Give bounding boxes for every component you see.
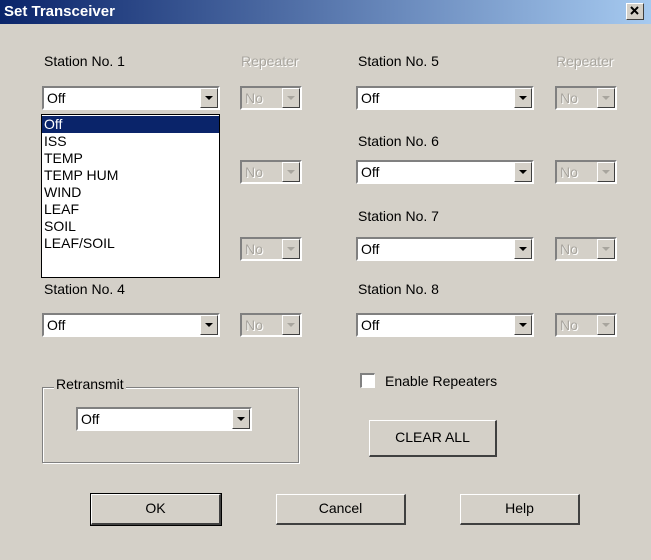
station-5-select[interactable]: Off — [356, 86, 534, 110]
station-8-dropdown-button[interactable] — [514, 315, 532, 335]
station-4-repeater-value: No — [245, 317, 263, 333]
cancel-button[interactable]: Cancel — [276, 494, 406, 525]
repeater-header-right: Repeater — [556, 53, 614, 69]
window-title: Set Transceiver — [4, 3, 115, 20]
dropdown-option[interactable]: TEMP — [42, 150, 219, 167]
station-5-repeater-select: No — [555, 86, 617, 110]
station-7-label: Station No. 7 — [358, 208, 439, 224]
station-1-dropdown-list[interactable]: Off ISS TEMP TEMP HUM WIND LEAF SOIL LEA… — [41, 114, 220, 278]
station-2-repeater-value: No — [245, 164, 263, 180]
station-7-repeater-select: No — [555, 237, 617, 261]
repeater-header-left: Repeater — [241, 53, 299, 69]
dropdown-option[interactable]: LEAF/SOIL — [42, 235, 219, 252]
ok-button[interactable]: OK — [90, 493, 222, 526]
chevron-down-icon — [205, 96, 213, 100]
chevron-down-icon — [287, 247, 295, 251]
dropdown-option[interactable]: SOIL — [42, 218, 219, 235]
station-4-repeater-dropdown-button — [282, 315, 300, 335]
station-8-repeater-dropdown-button — [597, 315, 615, 335]
station-5-dropdown-button[interactable] — [514, 88, 532, 108]
chevron-down-icon — [287, 96, 295, 100]
station-8-repeater-value: No — [560, 317, 578, 333]
chevron-down-icon — [519, 96, 527, 100]
chevron-down-icon — [602, 170, 610, 174]
station-3-repeater-dropdown-button — [282, 239, 300, 259]
chevron-down-icon — [602, 96, 610, 100]
close-button[interactable] — [626, 3, 644, 20]
chevron-down-icon — [519, 247, 527, 251]
dropdown-option[interactable]: Off — [42, 116, 219, 133]
close-icon — [630, 6, 639, 15]
station-8-select[interactable]: Off — [356, 313, 534, 337]
station-7-dropdown-button[interactable] — [514, 239, 532, 259]
chevron-down-icon — [205, 323, 213, 327]
retransmit-dropdown-button[interactable] — [232, 409, 250, 429]
station-4-repeater-select: No — [240, 313, 302, 337]
station-6-repeater-value: No — [560, 164, 578, 180]
station-4-select[interactable]: Off — [42, 313, 220, 337]
station-7-repeater-value: No — [560, 241, 578, 257]
station-6-value: Off — [361, 164, 380, 180]
station-1-repeater-value: No — [245, 90, 263, 106]
station-1-dropdown-button[interactable] — [200, 88, 218, 108]
station-2-repeater-select: No — [240, 160, 302, 184]
station-7-value: Off — [361, 241, 380, 257]
station-6-repeater-select: No — [555, 160, 617, 184]
enable-repeaters-label[interactable]: Enable Repeaters — [385, 373, 497, 389]
dropdown-option[interactable]: TEMP HUM — [42, 167, 219, 184]
station-6-repeater-dropdown-button — [597, 162, 615, 182]
station-4-value: Off — [47, 317, 66, 333]
station-1-value: Off — [47, 90, 66, 106]
station-3-repeater-select: No — [240, 237, 302, 261]
help-button[interactable]: Help — [460, 494, 580, 525]
dropdown-option[interactable]: LEAF — [42, 201, 219, 218]
station-5-value: Off — [361, 90, 380, 106]
station-5-repeater-dropdown-button — [597, 88, 615, 108]
station-6-dropdown-button[interactable] — [514, 162, 532, 182]
station-5-label: Station No. 5 — [358, 53, 439, 69]
station-8-label: Station No. 8 — [358, 281, 439, 297]
station-7-repeater-dropdown-button — [597, 239, 615, 259]
title-bar[interactable]: Set Transceiver — [0, 0, 651, 24]
chevron-down-icon — [519, 170, 527, 174]
station-1-select[interactable]: Off — [42, 86, 220, 110]
dropdown-option[interactable]: ISS — [42, 133, 219, 150]
station-2-repeater-dropdown-button — [282, 162, 300, 182]
station-1-repeater-dropdown-button — [282, 88, 300, 108]
chevron-down-icon — [287, 170, 295, 174]
station-8-value: Off — [361, 317, 380, 333]
station-1-label: Station No. 1 — [44, 53, 125, 69]
chevron-down-icon — [237, 417, 245, 421]
enable-repeaters-checkbox[interactable] — [360, 373, 375, 388]
station-8-repeater-select: No — [555, 313, 617, 337]
retransmit-label: Retransmit — [54, 376, 126, 392]
station-3-repeater-value: No — [245, 241, 263, 257]
station-4-dropdown-button[interactable] — [200, 315, 218, 335]
station-4-label: Station No. 4 — [44, 281, 125, 297]
clear-all-button[interactable]: CLEAR ALL — [369, 420, 497, 457]
station-5-repeater-value: No — [560, 90, 578, 106]
retransmit-value: Off — [81, 411, 100, 427]
station-7-select[interactable]: Off — [356, 237, 534, 261]
chevron-down-icon — [602, 323, 610, 327]
station-1-repeater-select: No — [240, 86, 302, 110]
chevron-down-icon — [287, 323, 295, 327]
chevron-down-icon — [519, 323, 527, 327]
station-6-label: Station No. 6 — [358, 133, 439, 149]
chevron-down-icon — [602, 247, 610, 251]
dropdown-option[interactable]: WIND — [42, 184, 219, 201]
retransmit-select[interactable]: Off — [76, 407, 252, 431]
station-6-select[interactable]: Off — [356, 160, 534, 184]
